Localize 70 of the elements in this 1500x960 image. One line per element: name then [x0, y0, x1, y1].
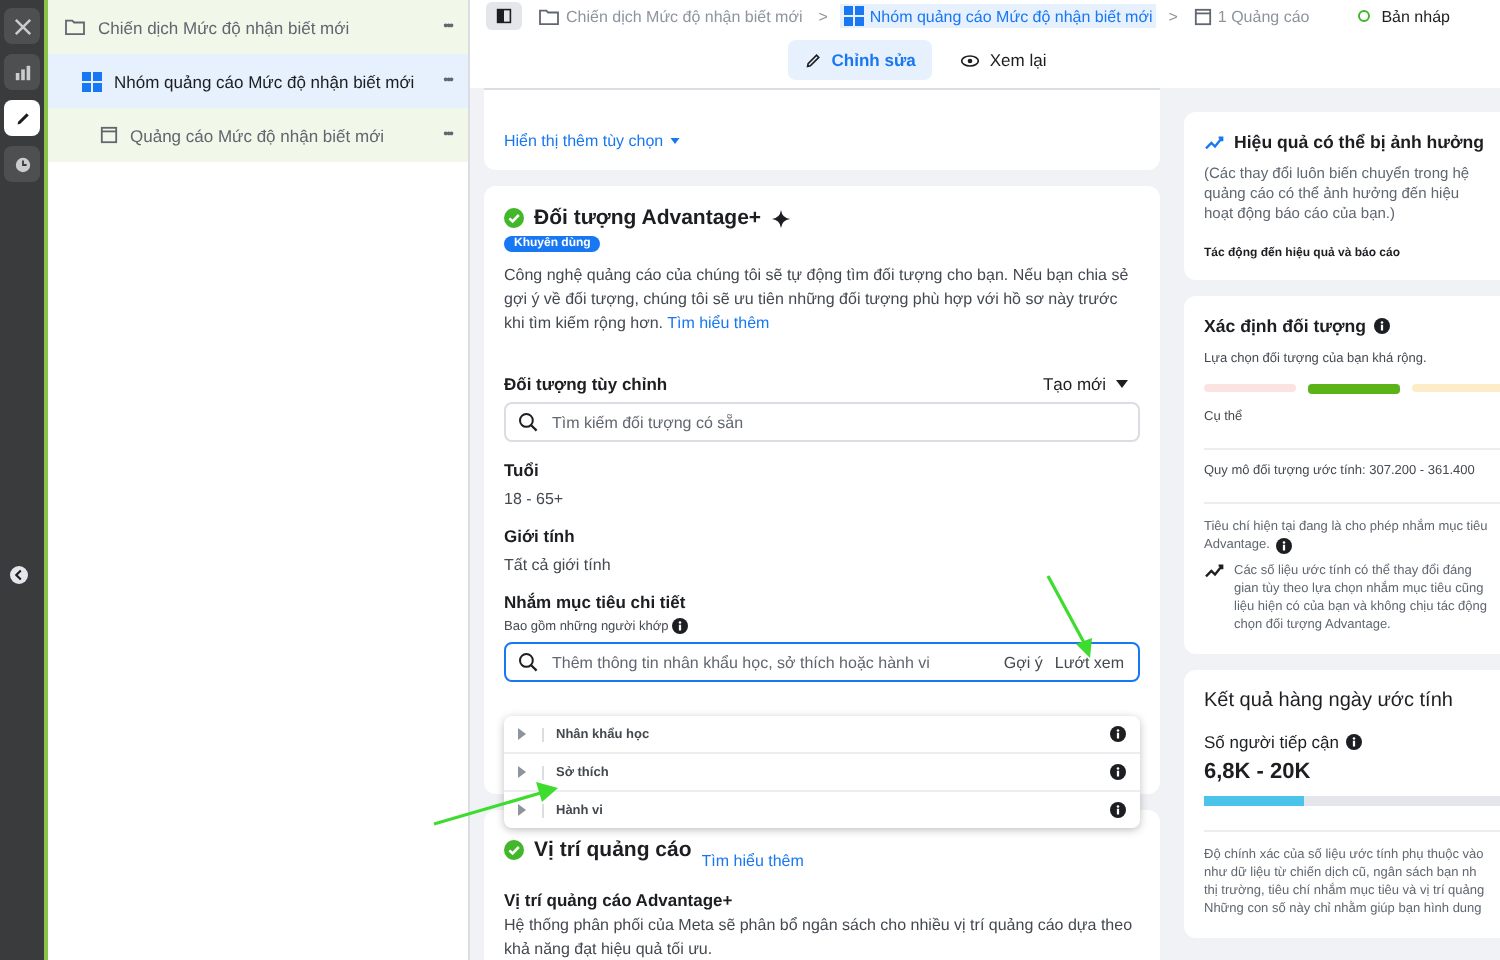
- card-title: Kết quả hàng ngày ước tính: [1204, 690, 1455, 712]
- breadcrumb-item[interactable]: 1 Quảng cáo: [1189, 5, 1314, 27]
- field-label: Vị trí quảng cáo Advantage+: [504, 890, 735, 910]
- pencil-icon: [803, 51, 822, 69]
- collapse-icon[interactable]: [10, 566, 28, 584]
- breadcrumb-separator: >: [1168, 7, 1178, 25]
- field-label: Đối tượng tùy chỉnh: [504, 374, 668, 394]
- breadcrumb-separator: >: [818, 7, 828, 25]
- breadcrumb-item[interactable]: Nhóm quảng cáo Mức độ nhận biết mới: [839, 4, 1157, 28]
- info-icon: [1374, 318, 1391, 334]
- info-icon: [1275, 537, 1292, 553]
- field-label: Giới tính: [504, 526, 577, 546]
- page-icon: [1193, 7, 1212, 25]
- rail-button[interactable]: [4, 8, 40, 44]
- eye-icon: [959, 53, 980, 67]
- info-icon: [1110, 802, 1126, 818]
- field-value: Tất cả giới tính: [504, 556, 613, 574]
- sparkle-icon: [771, 209, 790, 227]
- trend-icon: [1204, 133, 1226, 151]
- create-new-button[interactable]: Tạo mới: [1042, 374, 1140, 394]
- card-title: Xác định đối tượng: [1204, 316, 1367, 336]
- tree-label: Nhóm quảng cáo Mức độ nhận biết mới: [114, 71, 417, 91]
- info-icon: [1110, 764, 1126, 780]
- suggest-button[interactable]: Gợi ý: [1003, 654, 1043, 672]
- rail-button[interactable]: [4, 100, 40, 136]
- card-title: Đối tượng Advantage+: [534, 206, 762, 230]
- show-more-link[interactable]: Hiển thị thêm tùy chọn: [504, 132, 680, 150]
- field-label: Nhắm mục tiêu chi tiết: [504, 592, 688, 612]
- status-label: Bản nháp: [1381, 7, 1450, 25]
- panel-icon: [496, 8, 512, 24]
- card-title: Hiệu quả có thể bị ảnh hưởng: [1234, 132, 1485, 152]
- info-icon: [1345, 734, 1361, 750]
- mode-tab[interactable]: Xem lại: [943, 40, 1063, 80]
- description-text: Công nghệ quảng cáo của chúng tôi sẽ tự động tìm đối tượng cho bạn. Nếu bạn chia sẻ gợi ý về đối tượng, chúng tôi sẽ ưu tiên những đối tượng phù hợp với hồ sơ này trước khi tìm kiếm rộng hơn. Tìm hiểu thêm: [504, 264, 1131, 336]
- trend-icon: [1204, 562, 1226, 580]
- search-field[interactable]: Tìm kiếm đối tượng có sẵn: [504, 402, 1140, 442]
- panel-toggle-button[interactable]: [486, 2, 522, 30]
- caret-icon: [1116, 380, 1128, 388]
- folder-icon: [64, 18, 86, 36]
- info-icon: [672, 618, 689, 634]
- check-circle-icon: [504, 839, 524, 859]
- grid-icon: [843, 6, 864, 26]
- reach-label: Số người tiếp cận: [1204, 732, 1339, 752]
- reach-value: 6,8K - 20K: [1204, 760, 1313, 784]
- breadcrumb-item[interactable]: Chiến dịch Mức độ nhận biết mới: [534, 5, 807, 27]
- description-text: Hệ thống phân phối của Meta sẽ phân bổ ngân sách cho nhiều vị trí quảng cáo dựa theo khả năng đạt hiệu quả tối ưu.: [504, 914, 1135, 960]
- browse-button[interactable]: Lướt xem: [1054, 654, 1124, 672]
- field-value: 18 - 65+: [504, 490, 566, 508]
- search-icon: [518, 652, 538, 672]
- search-icon: [518, 412, 538, 432]
- learn-more-link[interactable]: Tìm hiểu thêm: [701, 828, 1140, 870]
- page-icon: [100, 126, 118, 144]
- rail-button[interactable]: [4, 54, 40, 90]
- caret-icon: [669, 138, 680, 144]
- pencil-icon: [13, 109, 31, 127]
- clock-icon: [13, 155, 31, 173]
- tree-label: Chiến dịch Mức độ nhận biết mới: [98, 17, 352, 37]
- bar-chart-icon: [13, 63, 31, 81]
- folder-icon: [538, 7, 560, 25]
- mode-tab[interactable]: Chỉnh sửa: [787, 40, 932, 80]
- check-circle-icon: [504, 208, 524, 228]
- field-label: Tuổi: [504, 460, 541, 480]
- info-icon: [1110, 726, 1126, 742]
- card-title: Vị trí quảng cáo: [534, 837, 692, 861]
- tree-label: Quảng cáo Mức độ nhận biết mới: [130, 125, 387, 145]
- rail-button[interactable]: [4, 146, 40, 182]
- learn-more-link[interactable]: Tìm hiểu thêm: [667, 314, 770, 332]
- close-icon: [13, 17, 31, 35]
- grid-icon: [82, 71, 102, 91]
- annotation-arrow: [432, 780, 560, 828]
